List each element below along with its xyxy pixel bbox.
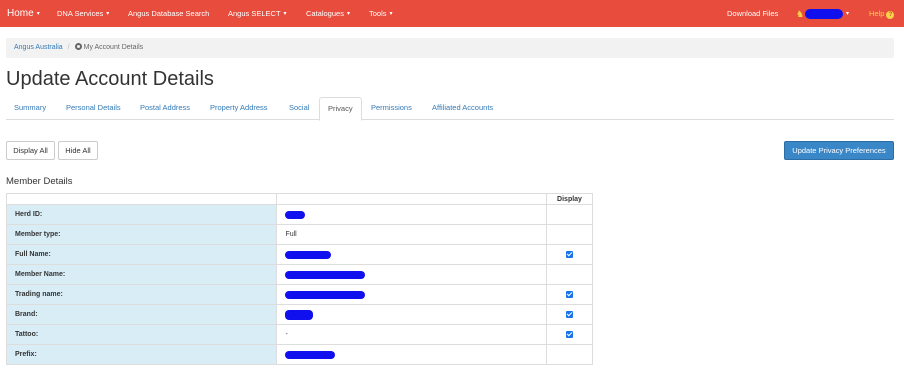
tab-postal-address[interactable]: Postal Address	[132, 97, 198, 120]
redacted-value	[285, 210, 306, 219]
breadcrumb-link-angus-australia[interactable]: Angus Australia	[14, 44, 63, 51]
display-all-button[interactable]: Display All	[6, 141, 55, 160]
table-row: Brand:	[5, 304, 593, 325]
row-value-herd-id	[276, 204, 547, 225]
member-details-table: Display Herd ID: Member type: Full Full …	[5, 193, 593, 365]
row-value-full-name	[276, 244, 547, 265]
nav-angus-database-search[interactable]: Angus Database Search	[128, 0, 209, 27]
nav-tools[interactable]: Tools ▾	[369, 0, 393, 27]
breadcrumb-separator: /	[67, 44, 70, 51]
display-cell	[546, 304, 593, 325]
section-title-member-details: Member Details	[6, 176, 73, 187]
redacted-username	[805, 9, 843, 19]
display-checkbox-full-name[interactable]	[566, 250, 573, 258]
display-checkbox-brand[interactable]	[566, 310, 573, 318]
tab-property-address[interactable]: Property Address	[202, 97, 276, 120]
display-cell	[546, 264, 593, 285]
nav-tools-label: Tools	[369, 9, 387, 18]
tab-privacy[interactable]: Privacy	[319, 97, 362, 121]
row-value-member-type: Full	[276, 224, 547, 245]
table-row: Tattoo: -	[5, 324, 593, 345]
nav-dna-services-label: DNA Services	[57, 9, 104, 18]
redacted-value	[285, 250, 332, 259]
table-row: Herd ID:	[5, 204, 593, 225]
nav-download-files-label: Download Files	[727, 9, 779, 18]
table-row: Full Name:	[5, 244, 593, 265]
row-value-tattoo: -	[276, 324, 547, 345]
row-label: Full Name:	[5, 244, 278, 265]
page-title: Update Account Details	[6, 68, 214, 90]
display-checkbox-tattoo[interactable]	[566, 330, 573, 338]
nav-catalogues[interactable]: Catalogues ▾	[306, 0, 350, 27]
tab-affiliated-accounts[interactable]: Affiliated Accounts	[424, 97, 501, 120]
nav-home-label: Home	[7, 8, 34, 19]
nav-download-files[interactable]: Download Files	[727, 0, 778, 27]
display-cell	[546, 284, 593, 305]
row-label: Brand:	[5, 304, 278, 325]
redacted-value	[285, 350, 336, 359]
display-cell	[546, 344, 593, 365]
gear-icon	[74, 43, 82, 50]
nav-angus-select[interactable]: Angus SELECT ▾	[228, 0, 287, 27]
row-value-brand	[276, 304, 547, 325]
display-cell	[546, 324, 593, 345]
table-header-value	[276, 193, 547, 205]
user-icon: ♞	[796, 9, 805, 19]
row-label: Member Name:	[5, 264, 278, 285]
breadcrumb: Angus Australia / My Account Details	[6, 38, 894, 58]
redacted-value	[285, 290, 366, 299]
chevron-down-icon: ▾	[283, 11, 287, 17]
display-cell	[546, 224, 593, 245]
tab-personal-details[interactable]: Personal Details	[58, 97, 129, 120]
breadcrumb-current: My Account Details	[83, 44, 144, 51]
nav-home[interactable]: Home ▾	[7, 0, 40, 27]
table-header-row: Display	[5, 193, 593, 205]
nav-help-label: Help	[869, 9, 885, 18]
table-row: Trading name:	[5, 284, 593, 305]
row-label: Herd ID:	[5, 204, 278, 225]
tattoo-value: -	[285, 331, 288, 338]
hide-all-button[interactable]: Hide All	[58, 141, 98, 160]
chevron-down-icon: ▾	[846, 11, 850, 17]
row-label: Member type:	[5, 224, 278, 245]
row-label: Trading name:	[5, 284, 278, 305]
question-circle-icon: ?	[886, 11, 895, 19]
row-value-prefix	[276, 344, 547, 365]
table-row: Prefix:	[5, 344, 593, 365]
nav-angus-select-label: Angus SELECT	[228, 9, 281, 18]
nav-dna-services[interactable]: DNA Services ▾	[57, 0, 109, 27]
chevron-down-icon: ▾	[36, 11, 40, 17]
table-header-display: Display	[546, 193, 593, 205]
redacted-value	[285, 270, 366, 279]
update-privacy-preferences-button[interactable]: Update Privacy Preferences	[784, 141, 894, 160]
member-type-value: Full	[285, 231, 297, 238]
row-label: Prefix:	[5, 344, 278, 365]
row-value-member-name	[276, 264, 547, 285]
nav-angus-database-search-label: Angus Database Search	[128, 9, 210, 18]
row-value-trading-name	[276, 284, 547, 305]
table-row: Member Name:	[5, 264, 593, 285]
tab-permissions[interactable]: Permissions	[363, 97, 420, 120]
display-checkbox-trading-name[interactable]	[566, 290, 573, 298]
nav-catalogues-label: Catalogues	[306, 9, 344, 18]
chevron-down-icon: ▾	[389, 11, 393, 17]
tab-summary[interactable]: Summary	[6, 97, 54, 120]
redacted-value	[285, 309, 314, 320]
chevron-down-icon: ▾	[106, 11, 110, 17]
display-cell	[546, 204, 593, 225]
tab-social[interactable]: Social	[281, 97, 317, 120]
nav-help[interactable]: Help?	[869, 0, 895, 27]
table-header-label	[5, 193, 277, 205]
account-tabs: Summary Personal Details Postal Address …	[6, 97, 894, 121]
row-label: Tattoo:	[5, 324, 278, 345]
top-navbar: Home ▾ DNA Services ▾ Angus Database Searc…	[0, 0, 904, 27]
chevron-down-icon: ▾	[346, 11, 350, 17]
display-cell	[546, 244, 593, 265]
table-row: Member type: Full	[5, 224, 593, 245]
